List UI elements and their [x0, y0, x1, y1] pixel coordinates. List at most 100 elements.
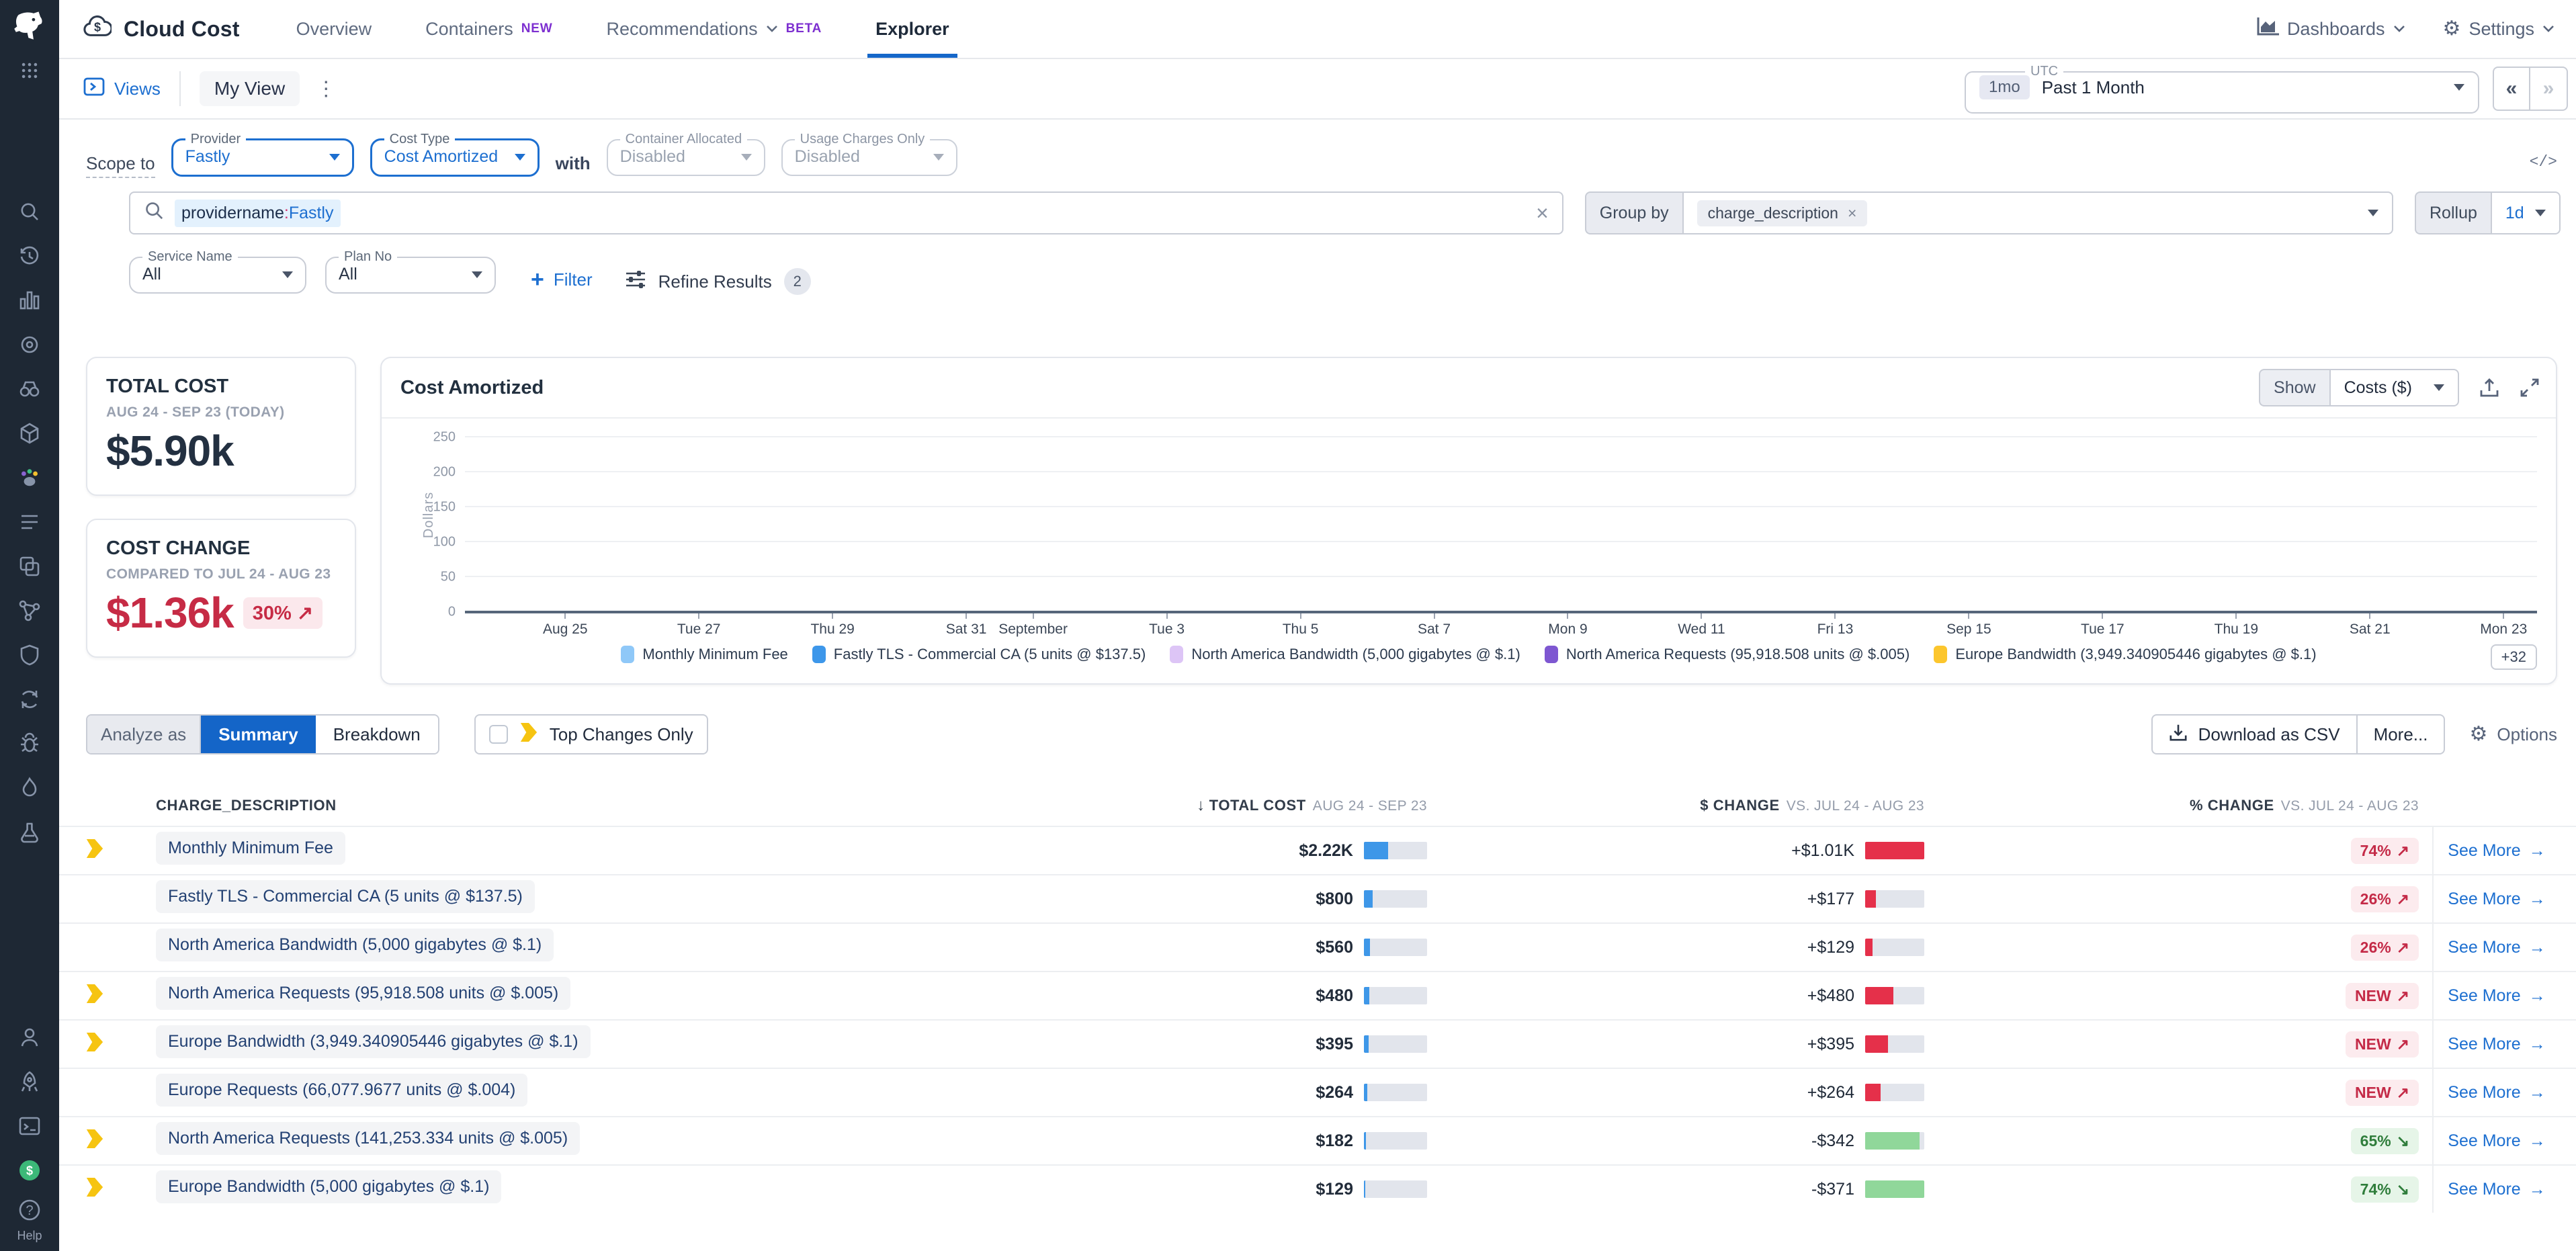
- column-header-total-cost[interactable]: ↓ TOTAL COST AUG 24 - SEP 23: [852, 796, 1427, 815]
- sidebar-item-apm[interactable]: [0, 325, 59, 370]
- current-view-name[interactable]: My View: [199, 71, 300, 106]
- tab-label: Containers: [425, 18, 513, 39]
- sidebar-item-metrics[interactable]: [0, 281, 59, 325]
- top-changes-toggle[interactable]: Top Changes Only: [474, 714, 708, 754]
- chart-show-select[interactable]: Show Costs ($): [2259, 369, 2459, 406]
- charge-description-link[interactable]: North America Requests (95,918.508 units…: [156, 976, 571, 1010]
- charge-description-link[interactable]: Europe Bandwidth (3,949.340905446 gigaby…: [156, 1025, 591, 1058]
- sidebar-item-apps-grid[interactable]: [0, 51, 59, 95]
- percent-change-label: 26%: [2360, 938, 2391, 956]
- sidebar-item-labs[interactable]: [0, 813, 59, 857]
- see-more-link[interactable]: See More →: [2432, 1166, 2560, 1213]
- show-label: Show: [2259, 369, 2329, 406]
- search-clear-icon[interactable]: ×: [1536, 202, 1549, 224]
- fullscreen-icon[interactable]: [2520, 378, 2540, 398]
- help-button[interactable]: ? Help: [17, 1198, 42, 1243]
- add-filter-button[interactable]: + Filter: [531, 268, 593, 291]
- more-button[interactable]: More...: [2357, 714, 2446, 754]
- filter-select-service-name[interactable]: Service Name All: [129, 249, 306, 294]
- sidebar-item-history[interactable]: [0, 236, 59, 281]
- charge-description-link[interactable]: North America Requests (141,253.334 unit…: [156, 1121, 581, 1155]
- sidebar-item-search[interactable]: [0, 192, 59, 236]
- time-forward-button[interactable]: »: [2530, 67, 2568, 111]
- view-menu-kebab-icon[interactable]: ⋮: [310, 77, 341, 101]
- download-csv-button[interactable]: Download as CSV: [2151, 714, 2358, 754]
- total-cost-bar-fill: [1364, 1132, 1366, 1150]
- time-back-button[interactable]: «: [2493, 67, 2530, 111]
- tab-breakdown[interactable]: Breakdown: [315, 716, 438, 753]
- group-by-select[interactable]: Group by charge_description ×: [1584, 191, 2393, 234]
- search-input[interactable]: providername: Fastly ×: [129, 191, 1563, 234]
- tab-containers[interactable]: Containers NEW: [425, 0, 552, 58]
- charge-description-link[interactable]: Fastly TLS - Commercial CA (5 units @ $1…: [156, 879, 535, 913]
- tab-overview[interactable]: Overview: [296, 0, 372, 58]
- datadog-logo[interactable]: [11, 9, 48, 51]
- top-change-flag-icon: [86, 838, 103, 863]
- views-button[interactable]: Views: [83, 77, 161, 101]
- remove-tag-icon[interactable]: ×: [1848, 204, 1856, 222]
- legend-item[interactable]: Europe Bandwidth (3,949.340905446 gigaby…: [1934, 646, 2317, 663]
- flag-cell: [86, 1177, 126, 1202]
- sidebar-item-profiling[interactable]: [0, 769, 59, 813]
- column-header-percent-change[interactable]: % CHANGE VS. JUL 24 - AUG 23: [1924, 797, 2432, 814]
- cloud-cost-icon: $: [17, 1158, 42, 1188]
- scope-select-cost-type[interactable]: Cost Type Cost Amortized: [370, 132, 540, 177]
- options-button[interactable]: ⚙ Options: [2469, 724, 2557, 745]
- sidebar-item-logs[interactable]: [0, 503, 59, 547]
- legend-item[interactable]: Fastly TLS - Commercial CA (5 units @ $1…: [812, 646, 1146, 663]
- percent-change-label: NEW: [2355, 1083, 2391, 1101]
- settings-menu[interactable]: ⚙ Settings: [2443, 18, 2554, 40]
- time-range-label: Past 1 Month: [2041, 77, 2145, 97]
- sidebar-item-workflows[interactable]: [0, 680, 59, 724]
- charge-description-link[interactable]: Europe Requests (66,077.9677 units @ $.0…: [156, 1073, 528, 1107]
- sidebar-item-watchdog[interactable]: [0, 370, 59, 414]
- search-query-chip[interactable]: providername: Fastly: [175, 199, 341, 227]
- filter-select-plan-no[interactable]: Plan No All: [325, 249, 496, 294]
- cost-change-value: $1.36k: [106, 589, 234, 637]
- time-range-picker[interactable]: UTC 1mo Past 1 Month: [1965, 64, 2479, 114]
- sidebar-item-terminal[interactable]: [0, 1107, 59, 1151]
- top-changes-checkbox[interactable]: [488, 725, 508, 744]
- see-more-link[interactable]: See More →: [2432, 1117, 2560, 1164]
- legend-item[interactable]: North America Bandwidth (5,000 gigabytes…: [1170, 646, 1520, 663]
- charge-description-link[interactable]: Monthly Minimum Fee: [156, 831, 345, 865]
- sidebar-item-security[interactable]: [0, 636, 59, 680]
- dashboards-menu[interactable]: Dashboards: [2256, 17, 2405, 41]
- rollup-select[interactable]: Rollup 1d: [2415, 191, 2561, 234]
- table-row: Fastly TLS - Commercial CA (5 units @ $1…: [59, 874, 2576, 922]
- arrow-right-icon: →: [2528, 937, 2546, 957]
- cloud-cost-icon: $: [83, 15, 113, 43]
- column-header-charge-description[interactable]: CHARGE_DESCRIPTION: [126, 797, 852, 814]
- sidebar-item-llm-observability[interactable]: [0, 458, 59, 503]
- charge-description-link[interactable]: Europe Bandwidth (5,000 gigabytes @ $.1): [156, 1170, 502, 1203]
- see-more-link[interactable]: See More →: [2432, 1069, 2560, 1116]
- total-cost-cell: $395: [852, 1035, 1427, 1054]
- sidebar-item-infrastructure[interactable]: [0, 414, 59, 458]
- sidebar-item-ci-cd[interactable]: [0, 547, 59, 591]
- scope-select-provider[interactable]: Provider Fastly: [171, 132, 354, 177]
- sidebar-item-getting-started[interactable]: [0, 1062, 59, 1107]
- table-row: North America Requests (95,918.508 units…: [59, 971, 2576, 1019]
- see-more-link[interactable]: See More →: [2432, 972, 2560, 1019]
- sidebar-item-cloud-cost[interactable]: $: [0, 1151, 59, 1195]
- x-tick-mark: [1299, 613, 1301, 619]
- tab-summary[interactable]: Summary: [201, 716, 316, 753]
- see-more-link[interactable]: See More →: [2432, 827, 2560, 874]
- sidebar-item-error-tracking[interactable]: [0, 724, 59, 769]
- sidebar-item-synthetics[interactable]: [0, 591, 59, 636]
- see-more-link[interactable]: See More →: [2432, 924, 2560, 971]
- column-header-dollar-change[interactable]: $ CHANGE VS. JUL 24 - AUG 23: [1427, 797, 1924, 814]
- export-icon[interactable]: [2479, 378, 2499, 398]
- legend-item[interactable]: North America Requests (95,918.508 units…: [1544, 646, 1909, 663]
- tab-explorer[interactable]: Explorer: [867, 0, 957, 58]
- see-more-link[interactable]: See More →: [2432, 1021, 2560, 1068]
- refine-results-button[interactable]: Refine Results 2: [625, 268, 811, 295]
- see-more-link[interactable]: See More →: [2432, 875, 2560, 922]
- tab-recommendations[interactable]: Recommendations BETA: [606, 0, 822, 58]
- legend-overflow-badge[interactable]: +32: [2490, 644, 2537, 670]
- sidebar-item-account[interactable]: [0, 1018, 59, 1062]
- code-view-icon[interactable]: </>: [2530, 153, 2557, 171]
- group-by-label: Group by: [1584, 191, 1682, 234]
- legend-item[interactable]: Monthly Minimum Fee: [621, 646, 788, 663]
- charge-description-link[interactable]: North America Bandwidth (5,000 gigabytes…: [156, 928, 554, 961]
